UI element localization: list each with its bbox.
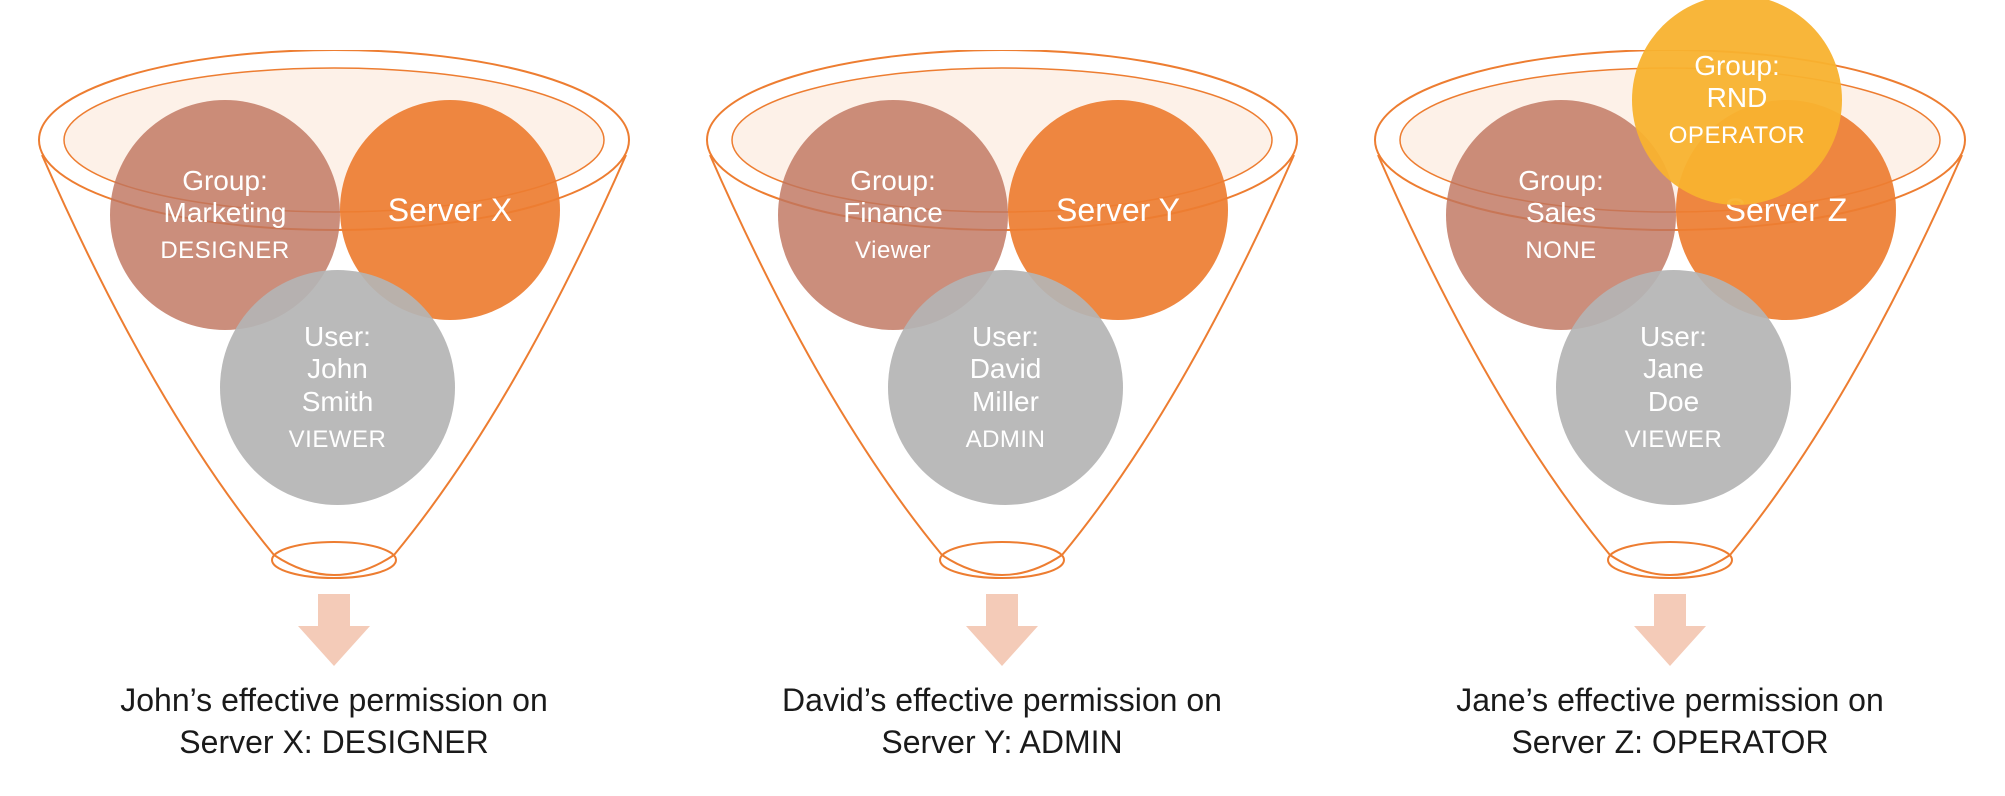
user-bubble: User: David Miller ADMIN — [888, 270, 1123, 505]
user-role: VIEWER — [289, 426, 387, 454]
caption-line2: Server Z: OPERATOR — [1511, 724, 1828, 760]
group-name: Marketing — [164, 197, 287, 229]
funnel-panel-jane: Group: RND OPERATOR Group: Sales NONE Se… — [1336, 0, 2004, 796]
funnel-panel-david: Group: Finance Viewer Server Y User: Dav… — [668, 0, 1336, 796]
group-label: Group: — [182, 165, 268, 197]
extra-group-role: OPERATOR — [1669, 122, 1805, 150]
group-label: Group: — [850, 165, 936, 197]
extra-group-label: Group: — [1694, 50, 1780, 82]
down-arrow-icon — [294, 590, 374, 670]
extra-group-name: RND — [1707, 82, 1768, 114]
caption-line2: Server X: DESIGNER — [179, 724, 488, 760]
caption-line1: John’s effective permission on — [120, 682, 548, 718]
user-role: VIEWER — [1625, 426, 1723, 454]
effective-permission-caption: David’s effective permission on Server Y… — [668, 680, 1336, 763]
user-bubble: User: John Smith VIEWER — [220, 270, 455, 505]
effective-permission-caption: Jane’s effective permission on Server Z:… — [1336, 680, 2004, 763]
down-arrow-icon — [962, 590, 1042, 670]
user-label: User: — [304, 321, 371, 353]
group-role: Viewer — [855, 237, 931, 265]
user-lastname: Smith — [302, 386, 374, 418]
server-name: Server Y — [1056, 192, 1180, 229]
user-firstname: David — [970, 353, 1042, 385]
extra-group-bubble: Group: RND OPERATOR — [1632, 0, 1842, 205]
user-firstname: John — [307, 353, 368, 385]
user-firstname: Jane — [1643, 353, 1704, 385]
caption-line1: Jane’s effective permission on — [1456, 682, 1884, 718]
user-lastname: Doe — [1648, 386, 1699, 418]
user-label: User: — [972, 321, 1039, 353]
group-role: NONE — [1525, 237, 1596, 265]
group-label: Group: — [1518, 165, 1604, 197]
group-name: Finance — [843, 197, 943, 229]
caption-line1: David’s effective permission on — [782, 682, 1222, 718]
diagram-stage: Group: Marketing DESIGNER Server X User:… — [0, 0, 2005, 796]
user-bubble: User: Jane Doe VIEWER — [1556, 270, 1791, 505]
user-label: User: — [1640, 321, 1707, 353]
group-name: Sales — [1526, 197, 1596, 229]
caption-line2: Server Y: ADMIN — [881, 724, 1122, 760]
funnel-panel-john: Group: Marketing DESIGNER Server X User:… — [0, 0, 668, 796]
effective-permission-caption: John’s effective permission on Server X:… — [0, 680, 668, 763]
user-role: ADMIN — [966, 426, 1046, 454]
server-name: Server X — [388, 192, 512, 229]
down-arrow-icon — [1630, 590, 1710, 670]
group-role: DESIGNER — [160, 237, 289, 265]
user-lastname: Miller — [972, 386, 1039, 418]
